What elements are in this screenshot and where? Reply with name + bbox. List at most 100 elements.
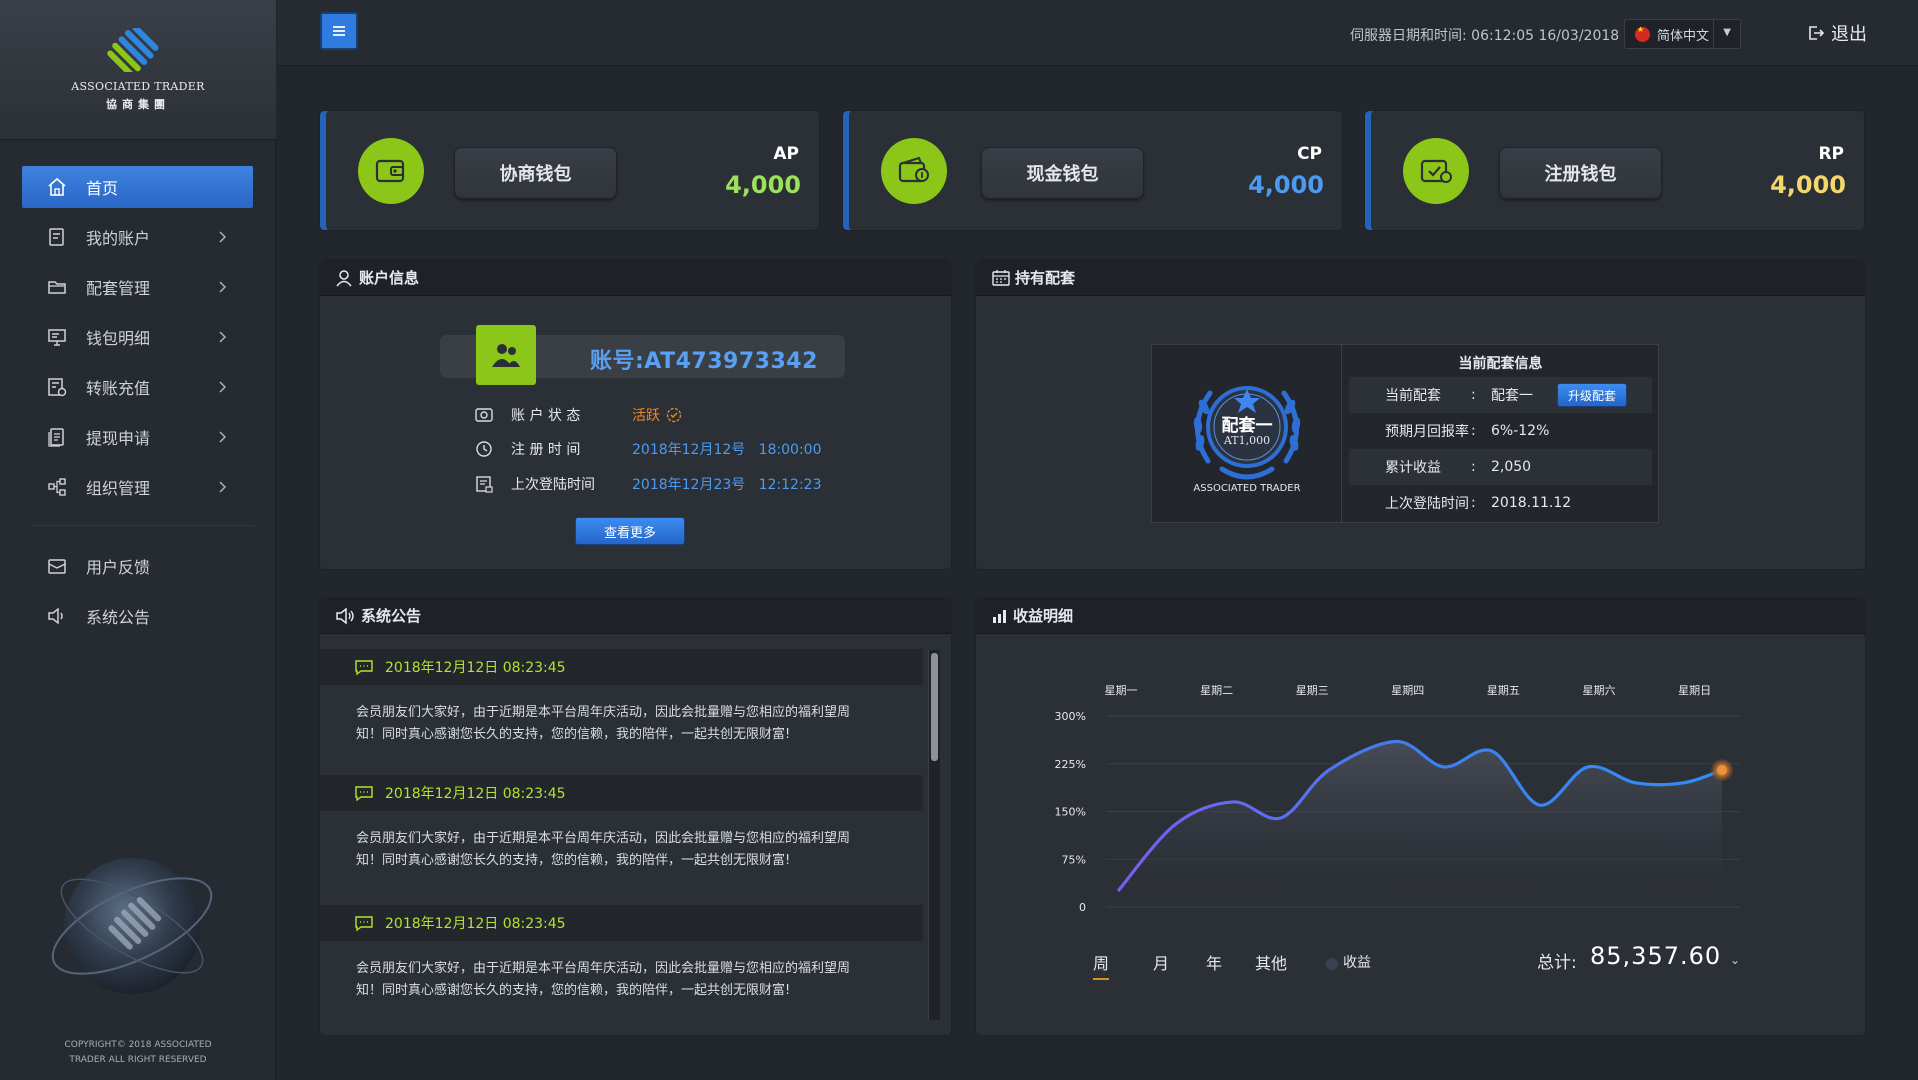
package-row-key: 上次登陆时间 (1385, 496, 1469, 512)
announcement-date: 2018年12月12日 08:23:45 (385, 660, 566, 676)
chevron-right-icon (219, 381, 227, 393)
wallet-icon (358, 138, 424, 204)
panel-header: 系统公告 (320, 598, 951, 634)
announcement-date: 2018年12月12日 08:23:45 (385, 786, 566, 802)
panel-title: 收益明细 (1013, 607, 1074, 625)
brand-logo-icon (107, 28, 159, 72)
total-label: 总计: (1537, 953, 1577, 973)
language-label: 简体中文 (1657, 28, 1710, 44)
hamburger-icon (333, 26, 345, 36)
message-icon (355, 785, 373, 801)
package-row-last-login: 上次登陆时间 : 2018.11.12 (1349, 485, 1652, 521)
y-tick-label: 0 (1079, 901, 1086, 914)
brand-name-en: ASSOCIATED TRADER (71, 80, 205, 93)
copyright: COPYRIGHT© 2018 ASSOCIATED TRADER ALL RI… (0, 1038, 276, 1068)
caret-down-icon[interactable]: ⌄ (1730, 953, 1740, 967)
sidebar-secondary-nav: 用户反馈 系统公告 (22, 545, 253, 645)
package-row-value: 配套一 (1491, 388, 1533, 404)
sidebar-item-label: 用户反馈 (86, 558, 151, 577)
x-tick-label: 星期日 (1678, 684, 1711, 697)
period-tab-year[interactable]: 年 (1206, 950, 1222, 974)
wallet-code: CP (1297, 144, 1322, 164)
package-row-key: 预期月回报率 (1385, 424, 1469, 440)
package-row-colon: : (1471, 423, 1476, 439)
sidebar-item-feedback[interactable]: 用户反馈 (22, 545, 253, 587)
org-icon (46, 476, 68, 498)
package-row-colon: : (1471, 387, 1476, 403)
sidebar-item-wallet-detail[interactable]: 钱包明细 (22, 316, 253, 358)
chevron-right-icon (219, 481, 227, 493)
message-icon (355, 659, 373, 675)
account-icon (46, 226, 68, 248)
sidebar-item-announcements[interactable]: 系统公告 (22, 595, 253, 637)
user-icon (336, 269, 354, 287)
badge-brand-label: ASSOCIATED TRADER (1193, 483, 1301, 494)
list-item[interactable]: 2018年12月12日 08:23:45 会员朋友们大家好，由于近期是本平台周年… (320, 905, 923, 1019)
panel-title: 系统公告 (361, 607, 422, 625)
sidebar-item-label: 系统公告 (86, 608, 151, 627)
cash-wallet-icon (881, 138, 947, 204)
caret-down-icon: ▼ (1723, 27, 1731, 38)
sidebar-item-label: 提现申请 (86, 429, 151, 448)
scrollbar-thumb[interactable] (931, 653, 938, 761)
package-details: 当前配套信息 当前配套 : 配套一 升级配套 预期月回报率 : 6%-12% 累… (1343, 345, 1658, 522)
brand-name-cn: 協商集團 (106, 98, 170, 111)
wallet-label-button[interactable]: 注册钱包 (1499, 147, 1662, 199)
y-tick-label: 75% (1062, 853, 1086, 866)
sidebar-item-home[interactable]: 首页 (22, 166, 253, 208)
globe-illustration-icon (51, 858, 213, 994)
period-tab-week[interactable]: 周 (1093, 950, 1110, 980)
announcement-line: 知！同时真心感谢您长久的支持，您的信赖，我的陪伴，一起共创无限财富! (356, 853, 791, 868)
sidebar-item-packages[interactable]: 配套管理 (22, 266, 253, 308)
wallet-value: 4,000 (725, 171, 801, 199)
wallet-card-ap[interactable]: 协商钱包 AP 4,000 (319, 110, 820, 231)
chevron-right-icon (219, 331, 227, 343)
package-row-value: 2,050 (1491, 459, 1532, 475)
sidebar-item-withdraw[interactable]: 提现申请 (22, 416, 253, 458)
announcement-line: 会员朋友们大家好，由于近期是本平台周年庆活动，因此会批量赠与您相应的福利望周 (356, 831, 851, 846)
wallet-label-button[interactable]: 协商钱包 (454, 147, 617, 199)
announcement-date-row: 2018年12月12日 08:23:45 (320, 905, 923, 941)
legend-marker (1326, 958, 1338, 970)
announcement-text: 会员朋友们大家好，由于近期是本平台周年庆活动，因此会批量赠与您相应的福利望周 知… (320, 941, 923, 1019)
language-select[interactable]: 简体中文 ▼ (1624, 19, 1741, 49)
sidebar-nav: 首页 我的账户 配套管理 钱包明细 转账充值 提现申请 组织管理 (22, 166, 253, 516)
sidebar-item-label: 我的账户 (86, 229, 151, 248)
wallet-label-button[interactable]: 现金钱包 (981, 147, 1144, 199)
sidebar-item-label: 配套管理 (86, 279, 151, 298)
announcement-list[interactable]: 2018年12月12日 08:23:45 会员朋友们大家好，由于近期是本平台周年… (320, 649, 923, 1019)
panel-header: 收益明细 (976, 598, 1865, 634)
earnings-panel: 收益明细 星期一 星期二 星期三 星期四 星期五 星期六 星期日 0 75% 150% 225% 30… (975, 597, 1866, 1036)
speaker-icon (336, 606, 356, 625)
y-tick-label: 150% (1055, 806, 1086, 819)
status-icon (475, 408, 493, 422)
logo[interactable]: ASSOCIATED TRADER 協商集團 (0, 0, 276, 140)
sidebar-item-transfer[interactable]: 转账充值 (22, 366, 253, 408)
period-tab-month[interactable]: 月 (1153, 950, 1169, 974)
menu-toggle-button[interactable] (320, 12, 358, 50)
announcement-date-row: 2018年12月12日 08:23:45 (320, 649, 923, 685)
list-item[interactable]: 2018年12月12日 08:23:45 会员朋友们大家好，由于近期是本平台周年… (320, 775, 923, 895)
period-tab-other[interactable]: 其他 (1255, 950, 1287, 974)
announcement-text: 会员朋友们大家好，由于近期是本平台周年庆活动，因此会批量赠与您相应的福利望周 知… (320, 811, 923, 895)
sidebar-item-account[interactable]: 我的账户 (22, 216, 253, 258)
logout-button[interactable]: 退出 (1807, 20, 1867, 46)
legend-label: 收益 (1343, 955, 1371, 971)
wallet-value: 4,000 (1770, 171, 1846, 199)
home-icon (46, 176, 68, 198)
register-time-label: 注 册 时 间 (511, 442, 581, 458)
document-icon (46, 426, 68, 448)
wallet-card-rp[interactable]: 注册钱包 RP 4,000 (1364, 110, 1865, 231)
view-more-button[interactable]: 查看更多 (575, 517, 685, 545)
status-row: 账 户 状 态 活跃 (475, 404, 682, 426)
list-item[interactable]: 2018年12月12日 08:23:45 会员朋友们大家好，由于近期是本平台周年… (320, 649, 923, 769)
y-tick-label: 225% (1055, 758, 1086, 771)
upgrade-package-button[interactable]: 升级配套 (1557, 383, 1627, 407)
package-info-box: 配套一 AT1,000 ASSOCIATED TRADER 当前配套信息 当前配… (1151, 344, 1659, 523)
panel-title: 账户信息 (359, 269, 420, 287)
wallet-card-cp[interactable]: 现金钱包 CP 4,000 (842, 110, 1343, 231)
check-badge-icon (666, 407, 682, 423)
sidebar-item-organization[interactable]: 组织管理 (22, 466, 253, 508)
bar-chart-icon (992, 609, 1008, 623)
scrollbar[interactable] (928, 650, 940, 1020)
